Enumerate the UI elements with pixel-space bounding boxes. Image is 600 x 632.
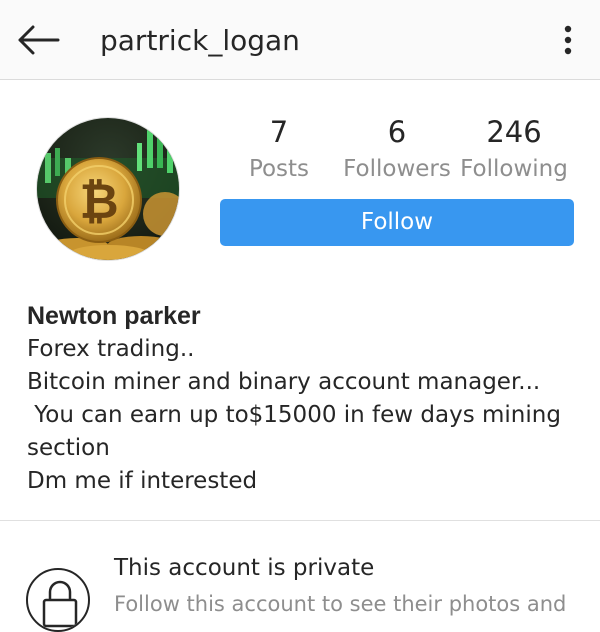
arrow-left-icon bbox=[18, 25, 60, 55]
stat-following[interactable]: 246 Following bbox=[454, 112, 574, 186]
profile-avatar[interactable]: ₿ bbox=[36, 117, 180, 261]
private-account-subtitle: Follow this account to see their photos … bbox=[114, 592, 567, 616]
bio-name: Newton parker bbox=[27, 302, 201, 330]
section-divider bbox=[0, 520, 600, 521]
stat-followers[interactable]: 6 Followers bbox=[337, 112, 457, 186]
profile-bio: Newton parker Forex trading.. Bitcoin mi… bbox=[27, 300, 587, 498]
lock-icon bbox=[26, 568, 90, 632]
follow-button[interactable]: Follow bbox=[220, 199, 574, 246]
profile-username: partrick_logan bbox=[100, 24, 300, 57]
bio-line: You can earn up to$15000 in few days min… bbox=[27, 402, 561, 428]
following-count: 246 bbox=[486, 115, 542, 149]
bitcoin-coin-image: ₿ bbox=[37, 118, 179, 260]
more-options-button[interactable] bbox=[550, 18, 586, 62]
bio-line: Dm me if interested bbox=[27, 468, 258, 494]
svg-text:₿: ₿ bbox=[79, 174, 118, 230]
bio-line: section bbox=[27, 435, 110, 461]
bio-line: Bitcoin miner and binary account manager… bbox=[27, 369, 541, 395]
private-account-title: This account is private bbox=[114, 555, 375, 581]
following-label: Following bbox=[460, 156, 568, 182]
bio-line: Forex trading.. bbox=[27, 336, 195, 362]
top-bar: partrick_logan bbox=[0, 0, 600, 80]
posts-label: Posts bbox=[248, 156, 310, 182]
followers-count: 6 bbox=[387, 115, 407, 149]
back-button[interactable] bbox=[14, 18, 62, 62]
followers-label: Followers bbox=[343, 156, 451, 182]
more-vertical-icon bbox=[564, 25, 572, 55]
posts-count: 7 bbox=[269, 115, 289, 149]
stat-posts[interactable]: 7 Posts bbox=[219, 112, 339, 186]
